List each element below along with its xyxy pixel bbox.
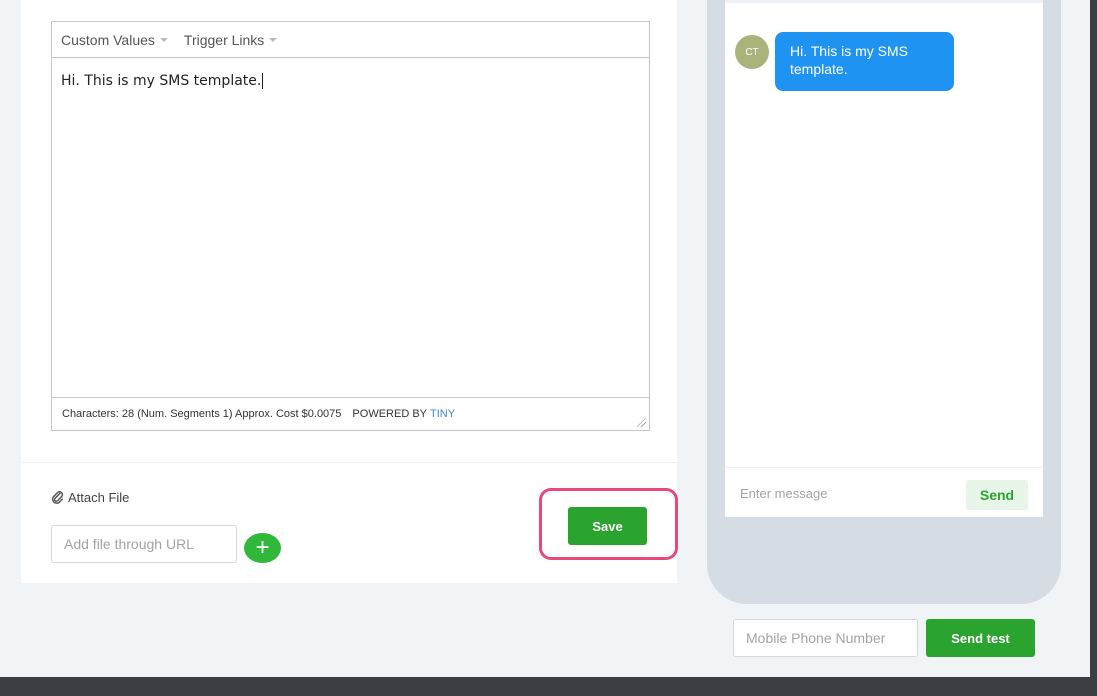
message-compose-bar: Send: [725, 467, 1043, 517]
message-bubble: Hi. This is my SMS template.: [775, 32, 954, 91]
add-file-button[interactable]: +: [244, 533, 281, 563]
caret-down-icon: [159, 37, 168, 42]
paperclip-icon: [51, 491, 64, 504]
editor-statusbar: Characters: 28 (Num. Segments 1) Approx.…: [52, 397, 649, 430]
attach-file-link[interactable]: Attach File: [51, 490, 129, 505]
save-button[interactable]: Save: [568, 507, 647, 545]
editor-text: Hi. This is my SMS template.: [61, 73, 262, 89]
powered-by-label: POWERED BY: [352, 408, 427, 420]
trigger-links-menu[interactable]: Trigger Links: [183, 31, 278, 48]
file-url-input[interactable]: [51, 525, 237, 563]
message-input[interactable]: [740, 486, 940, 501]
mobile-phone-input[interactable]: [733, 619, 918, 657]
tiny-link[interactable]: TINY: [430, 408, 455, 420]
trigger-links-label: Trigger Links: [183, 31, 265, 48]
sms-editor: Custom Values Trigger Links Hi. This is …: [51, 21, 650, 431]
text-cursor: [262, 73, 264, 89]
send-test-button[interactable]: Send test: [926, 619, 1035, 657]
caret-down-icon: [269, 37, 278, 42]
screen-top-strip: [725, 0, 1043, 3]
resize-handle-icon[interactable]: [637, 418, 646, 427]
window-right-edge: [1090, 0, 1097, 696]
send-button[interactable]: Send: [966, 480, 1028, 510]
avatar: CT: [735, 35, 769, 69]
window-bottom-bar: [0, 677, 1097, 696]
character-count: Characters: 28 (Num. Segments 1) Approx.…: [62, 408, 342, 420]
editor-content-area[interactable]: Hi. This is my SMS template.: [52, 58, 649, 398]
custom-values-label: Custom Values: [61, 31, 155, 48]
custom-values-menu[interactable]: Custom Values: [61, 32, 168, 48]
attach-file-label: Attach File: [68, 490, 130, 505]
section-divider: [21, 462, 677, 463]
editor-menubar: Custom Values Trigger Links: [52, 22, 649, 58]
phone-screen: CT Hi. This is my SMS template. Send: [725, 0, 1043, 517]
